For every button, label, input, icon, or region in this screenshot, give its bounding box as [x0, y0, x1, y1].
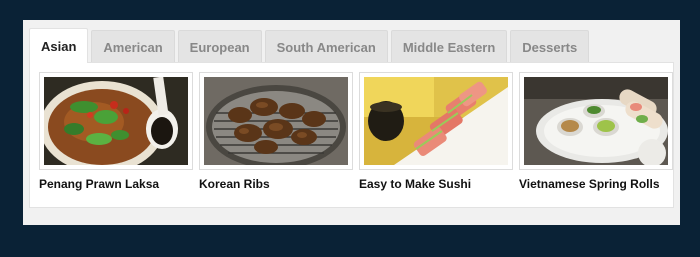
recipe-thumbnail[interactable]: [199, 72, 353, 170]
grilled-ribs-photo: [204, 77, 348, 165]
tab-european[interactable]: European: [177, 30, 262, 63]
recipe-title[interactable]: Vietnamese Spring Rolls: [519, 177, 673, 191]
recipe-card-vietnamese-spring-rolls[interactable]: Vietnamese Spring Rolls: [519, 72, 673, 191]
tab-desserts[interactable]: Desserts: [510, 30, 590, 63]
recipe-title[interactable]: Korean Ribs: [199, 177, 353, 191]
recipe-card-penang-prawn-laksa[interactable]: Penang Prawn Laksa: [39, 72, 193, 191]
recipe-card-easy-to-make-sushi[interactable]: Easy to Make Sushi: [359, 72, 513, 191]
recipe-card-korean-ribs[interactable]: Korean Ribs: [199, 72, 353, 191]
tab-middle-eastern[interactable]: Middle Eastern: [390, 30, 508, 63]
cuisine-tab-bar: Asian American European South American M…: [29, 28, 674, 63]
tab-south-american[interactable]: South American: [264, 30, 388, 63]
sushi-rolls-photo: [364, 77, 508, 165]
tab-american[interactable]: American: [91, 30, 175, 63]
recipe-thumbnail[interactable]: [519, 72, 673, 170]
spring-rolls-photo: [524, 77, 668, 165]
tab-panel-asian: Penang Prawn Laksa Korean Ribs Easy to M…: [29, 62, 674, 208]
recipe-thumbnail[interactable]: [359, 72, 513, 170]
recipe-tabs-widget: Asian American European South American M…: [23, 20, 680, 225]
recipe-thumbnail[interactable]: [39, 72, 193, 170]
recipe-title[interactable]: Penang Prawn Laksa: [39, 177, 193, 191]
tab-asian[interactable]: Asian: [29, 28, 89, 63]
recipe-title[interactable]: Easy to Make Sushi: [359, 177, 513, 191]
laksa-bowl-photo: [44, 77, 188, 165]
recipe-grid: Penang Prawn Laksa Korean Ribs Easy to M…: [39, 72, 679, 191]
